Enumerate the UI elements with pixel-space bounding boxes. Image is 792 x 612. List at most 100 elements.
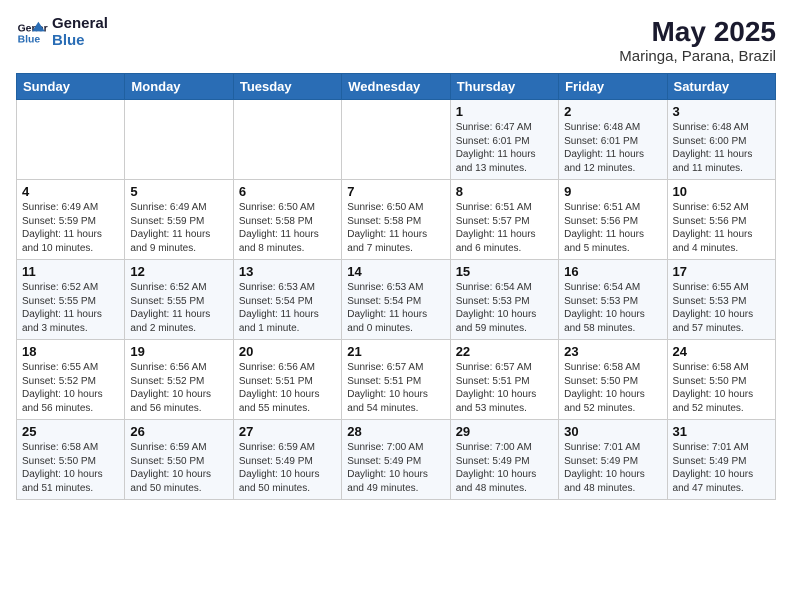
calendar-cell: 1 Sunrise: 6:47 AM Sunset: 6:01 PM Daylig… bbox=[450, 100, 558, 180]
day-info: Sunrise: 6:57 AM Sunset: 5:51 PM Dayligh… bbox=[347, 361, 444, 415]
day-number: 5 bbox=[130, 184, 227, 199]
day-number: 13 bbox=[239, 264, 336, 279]
calendar-cell: 8 Sunrise: 6:51 AM Sunset: 5:57 PM Daylig… bbox=[450, 180, 558, 260]
day-info: Sunrise: 7:00 AM Sunset: 5:49 PM Dayligh… bbox=[347, 441, 444, 495]
day-number: 30 bbox=[564, 424, 661, 439]
day-info: Sunrise: 6:58 AM Sunset: 5:50 PM Dayligh… bbox=[22, 441, 119, 495]
calendar-week-1: 1 Sunrise: 6:47 AM Sunset: 6:01 PM Daylig… bbox=[17, 100, 776, 180]
calendar-cell: 5 Sunrise: 6:49 AM Sunset: 5:59 PM Daylig… bbox=[125, 180, 233, 260]
month-title: May 2025 bbox=[619, 16, 776, 48]
calendar-cell bbox=[342, 100, 450, 180]
calendar-week-3: 11Sunrise: 6:52 AM Sunset: 5:55 PM Dayli… bbox=[17, 260, 776, 340]
day-info: Sunrise: 6:51 AM Sunset: 5:56 PM Dayligh… bbox=[564, 201, 661, 255]
calendar-cell: 19 Sunrise: 6:56 AM Sunset: 5:52 PM Dayli… bbox=[125, 340, 233, 420]
calendar-cell: 30Sunrise: 7:01 AM Sunset: 5:49 PM Dayli… bbox=[559, 420, 667, 500]
day-info: Sunrise: 6:57 AM Sunset: 5:51 PM Dayligh… bbox=[456, 361, 553, 415]
calendar-cell: 22 Sunrise: 6:57 AM Sunset: 5:51 PM Dayli… bbox=[450, 340, 558, 420]
calendar-cell: 31 Sunrise: 7:01 AM Sunset: 5:49 PM Dayli… bbox=[667, 420, 775, 500]
calendar-cell: 11Sunrise: 6:52 AM Sunset: 5:55 PM Dayli… bbox=[17, 260, 125, 340]
day-number: 12 bbox=[130, 264, 227, 279]
day-info: Sunrise: 6:52 AM Sunset: 5:56 PM Dayligh… bbox=[673, 201, 770, 255]
day-number: 2 bbox=[564, 104, 661, 119]
day-info: Sunrise: 6:53 AM Sunset: 5:54 PM Dayligh… bbox=[347, 281, 444, 335]
day-info: Sunrise: 6:53 AM Sunset: 5:54 PM Dayligh… bbox=[239, 281, 336, 335]
day-info: Sunrise: 6:59 AM Sunset: 5:49 PM Dayligh… bbox=[239, 441, 336, 495]
calendar-cell: 17Sunrise: 6:55 AM Sunset: 5:53 PM Dayli… bbox=[667, 260, 775, 340]
day-number: 4 bbox=[22, 184, 119, 199]
calendar-cell: 7 Sunrise: 6:50 AM Sunset: 5:58 PM Daylig… bbox=[342, 180, 450, 260]
calendar-cell: 15Sunrise: 6:54 AM Sunset: 5:53 PM Dayli… bbox=[450, 260, 558, 340]
day-header-friday: Friday bbox=[559, 74, 667, 100]
day-number: 18 bbox=[22, 344, 119, 359]
svg-text:Blue: Blue bbox=[18, 34, 41, 45]
day-info: Sunrise: 6:47 AM Sunset: 6:01 PM Dayligh… bbox=[456, 121, 553, 175]
calendar-cell: 23Sunrise: 6:58 AM Sunset: 5:50 PM Dayli… bbox=[559, 340, 667, 420]
logo: General Blue General Blue bbox=[16, 16, 108, 49]
calendar-cell: 21 Sunrise: 6:57 AM Sunset: 5:51 PM Dayli… bbox=[342, 340, 450, 420]
day-header-tuesday: Tuesday bbox=[233, 74, 341, 100]
day-number: 1 bbox=[456, 104, 553, 119]
day-info: Sunrise: 6:52 AM Sunset: 5:55 PM Dayligh… bbox=[130, 281, 227, 335]
day-info: Sunrise: 6:58 AM Sunset: 5:50 PM Dayligh… bbox=[673, 361, 770, 415]
day-info: Sunrise: 6:50 AM Sunset: 5:58 PM Dayligh… bbox=[347, 201, 444, 255]
day-number: 3 bbox=[673, 104, 770, 119]
day-number: 14 bbox=[347, 264, 444, 279]
calendar-cell: 26 Sunrise: 6:59 AM Sunset: 5:50 PM Dayli… bbox=[125, 420, 233, 500]
day-number: 8 bbox=[456, 184, 553, 199]
calendar-cell: 18 Sunrise: 6:55 AM Sunset: 5:52 PM Dayli… bbox=[17, 340, 125, 420]
day-info: Sunrise: 6:55 AM Sunset: 5:53 PM Dayligh… bbox=[673, 281, 770, 335]
day-number: 28 bbox=[347, 424, 444, 439]
calendar-cell: 28 Sunrise: 7:00 AM Sunset: 5:49 PM Dayli… bbox=[342, 420, 450, 500]
calendar-cell: 14 Sunrise: 6:53 AM Sunset: 5:54 PM Dayli… bbox=[342, 260, 450, 340]
day-number: 10 bbox=[673, 184, 770, 199]
calendar-cell: 10 Sunrise: 6:52 AM Sunset: 5:56 PM Dayli… bbox=[667, 180, 775, 260]
logo-line2: Blue bbox=[52, 33, 108, 50]
logo-line1: General bbox=[52, 16, 108, 33]
day-info: Sunrise: 6:55 AM Sunset: 5:52 PM Dayligh… bbox=[22, 361, 119, 415]
calendar-cell: 9Sunrise: 6:51 AM Sunset: 5:56 PM Daylig… bbox=[559, 180, 667, 260]
day-number: 29 bbox=[456, 424, 553, 439]
day-number: 6 bbox=[239, 184, 336, 199]
day-number: 7 bbox=[347, 184, 444, 199]
day-number: 21 bbox=[347, 344, 444, 359]
svg-text:General: General bbox=[18, 23, 48, 34]
page-header: General Blue General Blue May 2025 Marin… bbox=[16, 16, 776, 65]
day-info: Sunrise: 6:52 AM Sunset: 5:55 PM Dayligh… bbox=[22, 281, 119, 335]
calendar-cell: 4 Sunrise: 6:49 AM Sunset: 5:59 PM Daylig… bbox=[17, 180, 125, 260]
day-header-sunday: Sunday bbox=[17, 74, 125, 100]
day-number: 26 bbox=[130, 424, 227, 439]
day-number: 19 bbox=[130, 344, 227, 359]
day-info: Sunrise: 7:00 AM Sunset: 5:49 PM Dayligh… bbox=[456, 441, 553, 495]
calendar-cell: 13 Sunrise: 6:53 AM Sunset: 5:54 PM Dayli… bbox=[233, 260, 341, 340]
day-header-wednesday: Wednesday bbox=[342, 74, 450, 100]
day-number: 16 bbox=[564, 264, 661, 279]
day-info: Sunrise: 6:58 AM Sunset: 5:50 PM Dayligh… bbox=[564, 361, 661, 415]
calendar-cell: 25 Sunrise: 6:58 AM Sunset: 5:50 PM Dayli… bbox=[17, 420, 125, 500]
calendar-week-5: 25 Sunrise: 6:58 AM Sunset: 5:50 PM Dayli… bbox=[17, 420, 776, 500]
calendar-cell: 3Sunrise: 6:48 AM Sunset: 6:00 PM Daylig… bbox=[667, 100, 775, 180]
calendar-week-4: 18 Sunrise: 6:55 AM Sunset: 5:52 PM Dayli… bbox=[17, 340, 776, 420]
day-number: 27 bbox=[239, 424, 336, 439]
day-info: Sunrise: 7:01 AM Sunset: 5:49 PM Dayligh… bbox=[673, 441, 770, 495]
calendar-cell bbox=[233, 100, 341, 180]
title-block: May 2025 Maringa, Parana, Brazil bbox=[619, 16, 776, 65]
calendar-cell: 6Sunrise: 6:50 AM Sunset: 5:58 PM Daylig… bbox=[233, 180, 341, 260]
day-number: 25 bbox=[22, 424, 119, 439]
day-info: Sunrise: 6:51 AM Sunset: 5:57 PM Dayligh… bbox=[456, 201, 553, 255]
calendar-cell: 16Sunrise: 6:54 AM Sunset: 5:53 PM Dayli… bbox=[559, 260, 667, 340]
day-info: Sunrise: 6:59 AM Sunset: 5:50 PM Dayligh… bbox=[130, 441, 227, 495]
day-header-saturday: Saturday bbox=[667, 74, 775, 100]
calendar-cell: 2Sunrise: 6:48 AM Sunset: 6:01 PM Daylig… bbox=[559, 100, 667, 180]
calendar-cell: 29 Sunrise: 7:00 AM Sunset: 5:49 PM Dayli… bbox=[450, 420, 558, 500]
day-number: 22 bbox=[456, 344, 553, 359]
calendar-cell bbox=[17, 100, 125, 180]
day-info: Sunrise: 6:54 AM Sunset: 5:53 PM Dayligh… bbox=[456, 281, 553, 335]
day-header-monday: Monday bbox=[125, 74, 233, 100]
day-info: Sunrise: 6:56 AM Sunset: 5:52 PM Dayligh… bbox=[130, 361, 227, 415]
calendar-cell: 27 Sunrise: 6:59 AM Sunset: 5:49 PM Dayli… bbox=[233, 420, 341, 500]
day-header-thursday: Thursday bbox=[450, 74, 558, 100]
calendar: SundayMondayTuesdayWednesdayThursdayFrid… bbox=[16, 73, 776, 500]
day-info: Sunrise: 6:49 AM Sunset: 5:59 PM Dayligh… bbox=[22, 201, 119, 255]
day-info: Sunrise: 6:49 AM Sunset: 5:59 PM Dayligh… bbox=[130, 201, 227, 255]
day-number: 31 bbox=[673, 424, 770, 439]
